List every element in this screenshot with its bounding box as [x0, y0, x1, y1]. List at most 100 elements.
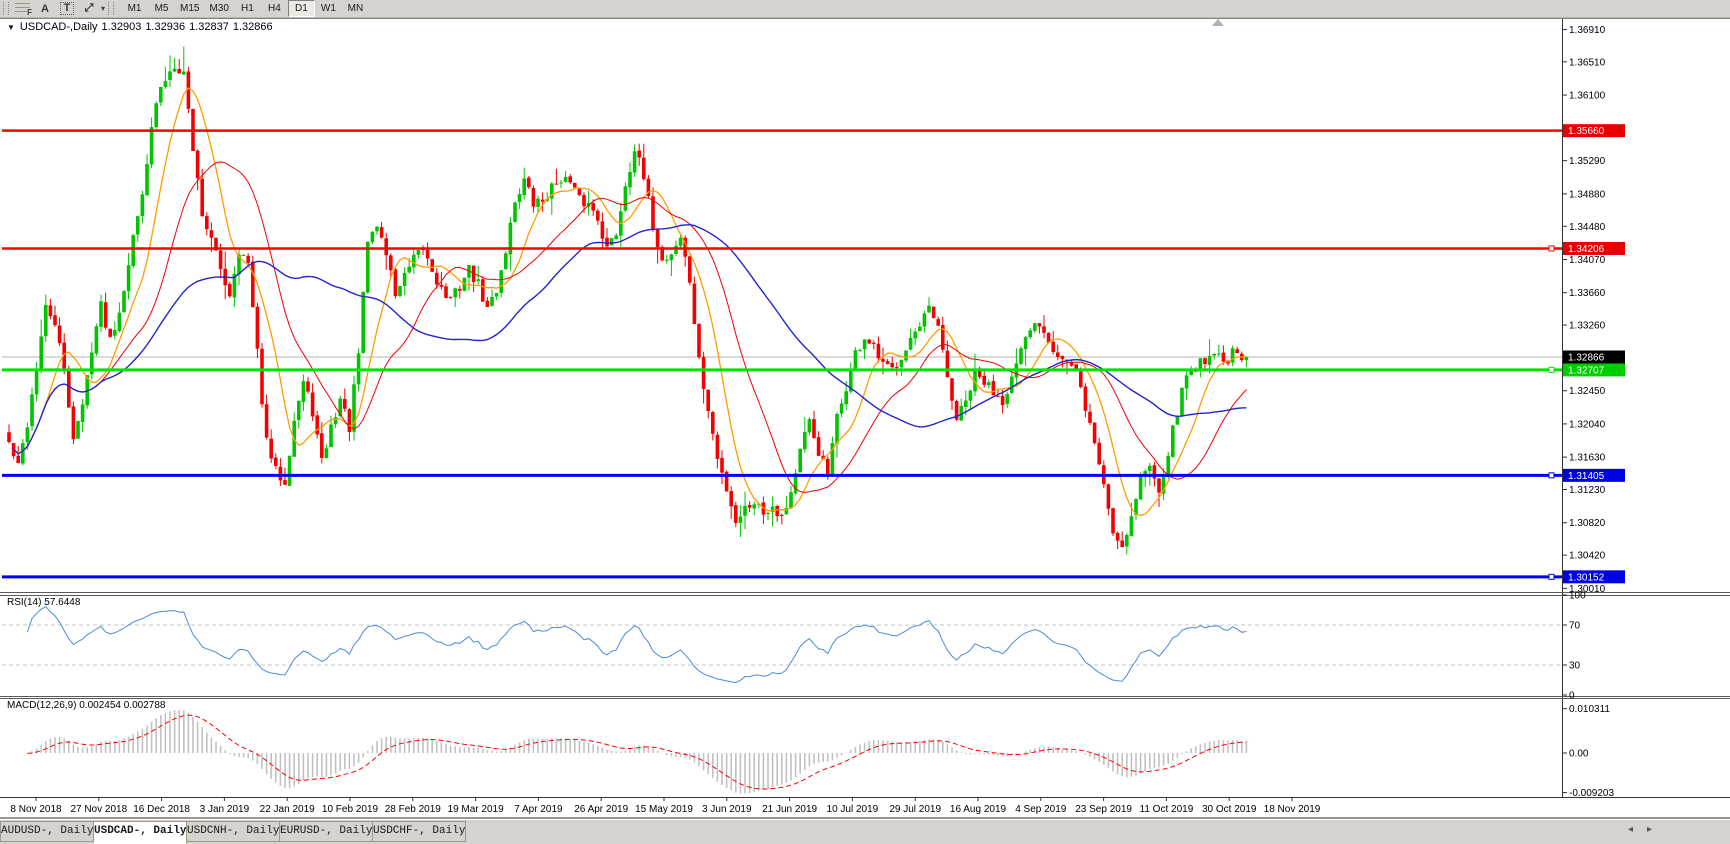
- candle-body: [449, 297, 453, 298]
- candle-body: [108, 329, 112, 337]
- tab-scroll-right-icon[interactable]: ▸: [1647, 824, 1652, 836]
- candle-body: [76, 421, 80, 439]
- candle-body: [541, 200, 545, 202]
- candle-body: [136, 216, 140, 234]
- candle-body: [568, 176, 572, 182]
- timeframe-button-mn[interactable]: MN: [342, 0, 369, 17]
- timeframe-button-m15[interactable]: M15: [175, 0, 204, 17]
- label-icon[interactable]: A: [34, 1, 56, 16]
- rsi-axis-label: 70: [1569, 621, 1581, 632]
- candle-body: [1019, 348, 1023, 364]
- price-axis-badge-label: 1.30152: [1568, 572, 1605, 583]
- timeframe-button-m1[interactable]: M1: [121, 0, 148, 17]
- candle-body: [775, 506, 779, 516]
- candle-body: [288, 456, 292, 486]
- candle-body: [403, 273, 407, 286]
- candle-body: [228, 284, 232, 296]
- hline-handle[interactable]: [1549, 574, 1554, 579]
- candle-body: [1084, 386, 1088, 410]
- price-axis-label: 1.30820: [1569, 518, 1606, 529]
- candle-body: [867, 340, 871, 344]
- candle-body: [596, 211, 600, 221]
- candle-body: [1056, 352, 1060, 356]
- candle-body: [49, 305, 53, 316]
- chart-tab-usdcnh[interactable]: USDCNH-, Daily: [187, 821, 280, 842]
- macd-axis-label: -0.009203: [1569, 788, 1614, 799]
- price-chart-canvas[interactable]: 1.369101.365101.361001.352901.348801.344…: [0, 0, 1730, 843]
- timeframe-button-d1[interactable]: D1: [288, 0, 315, 17]
- candle-body: [729, 491, 733, 506]
- date-axis-label: 30 Oct 2019: [1202, 804, 1257, 815]
- date-axis-label: 15 May 2019: [635, 804, 693, 815]
- candle-body: [504, 253, 508, 269]
- date-axis-label: 21 Jun 2019: [762, 804, 817, 815]
- date-axis-label: 16 Aug 2019: [950, 804, 1007, 815]
- candle-body: [628, 172, 632, 187]
- candle-body: [1245, 357, 1249, 360]
- candle-body: [1157, 478, 1161, 492]
- candle-body: [7, 432, 11, 442]
- timeframe-button-m5[interactable]: M5: [148, 0, 175, 17]
- hline-handle[interactable]: [1549, 473, 1554, 478]
- timeframe-button-h1[interactable]: H1: [234, 0, 261, 17]
- chart-title-bar: ▼USDCAD-,Daily1.329031.329361.328371.328…: [7, 21, 277, 33]
- hline-handle[interactable]: [1549, 246, 1554, 251]
- chart-tab-eurusd[interactable]: EURUSD-, Daily: [280, 821, 373, 842]
- timeframe-button-h4[interactable]: H4: [261, 0, 288, 17]
- candle-body: [1235, 349, 1239, 353]
- ohlc-close: 1.32866: [233, 21, 273, 33]
- candle-body: [1005, 394, 1009, 404]
- chart-tab-usdchf[interactable]: USDCHF-, Daily: [373, 821, 466, 842]
- tab-scroll-left-icon[interactable]: ◂: [1628, 824, 1633, 836]
- candle-body: [320, 433, 324, 458]
- candle-body: [481, 279, 485, 301]
- candle-body: [1125, 535, 1129, 547]
- candle-body: [578, 188, 582, 195]
- candle-body: [371, 232, 375, 243]
- timeframe-button-w1[interactable]: W1: [315, 0, 342, 17]
- ohlc-high: 1.32936: [145, 21, 185, 33]
- timeframe-button-m30[interactable]: M30: [204, 0, 233, 17]
- hline-handle[interactable]: [1549, 367, 1554, 372]
- candle-body: [407, 267, 411, 273]
- candle-body: [950, 378, 954, 400]
- candle-body: [389, 255, 393, 270]
- chart-tab-bar: AUDUSD-, DailyUSDCAD-, DailyUSDCNH-, Dai…: [0, 819, 1730, 843]
- fibonacci-icon[interactable]: F: [12, 1, 34, 16]
- candle-body: [26, 427, 30, 442]
- macd-indicator-label: MACD(12,26,9) 0.002454 0.002788: [7, 700, 165, 711]
- candle-body: [872, 343, 876, 344]
- candle-body: [697, 324, 701, 357]
- candle-body: [444, 286, 448, 298]
- candle-body: [711, 412, 715, 434]
- candle-body: [817, 437, 821, 456]
- candle-body: [1130, 516, 1134, 536]
- candle-body: [39, 336, 43, 369]
- candle-body: [325, 448, 329, 458]
- date-axis-label: 26 Apr 2019: [574, 804, 628, 815]
- candle-body: [1061, 356, 1065, 359]
- arrows-dropdown-caret[interactable]: ▾: [101, 4, 105, 13]
- candle-body: [200, 179, 204, 217]
- candle-body: [306, 381, 310, 391]
- chart-tab-audusd[interactable]: AUDUSD-, Daily: [0, 821, 94, 842]
- candle-body: [499, 270, 503, 293]
- date-axis-label: 11 Oct 2019: [1140, 804, 1194, 815]
- candle-body: [803, 432, 807, 449]
- candle-body: [1097, 443, 1101, 465]
- candle-body: [688, 256, 692, 282]
- candle-body: [527, 178, 531, 188]
- date-axis-label: 3 Jan 2019: [200, 804, 250, 815]
- arrows-icon[interactable]: ⤢: [78, 1, 100, 16]
- text-icon[interactable]: T: [56, 1, 78, 16]
- candle-body: [1088, 412, 1092, 423]
- candle-body: [904, 350, 908, 360]
- price-axis-label: 1.36910: [1569, 25, 1606, 36]
- chart-tab-usdcad[interactable]: USDCAD-, Daily: [94, 821, 187, 844]
- candle-body: [1024, 337, 1028, 349]
- chart-collapse-icon[interactable]: ▼: [7, 23, 15, 32]
- candle-body: [490, 297, 494, 306]
- price-axis-badge-label: 1.34206: [1568, 244, 1605, 255]
- price-axis-label: 1.35290: [1569, 156, 1606, 167]
- price-axis-label: 1.33660: [1569, 288, 1606, 299]
